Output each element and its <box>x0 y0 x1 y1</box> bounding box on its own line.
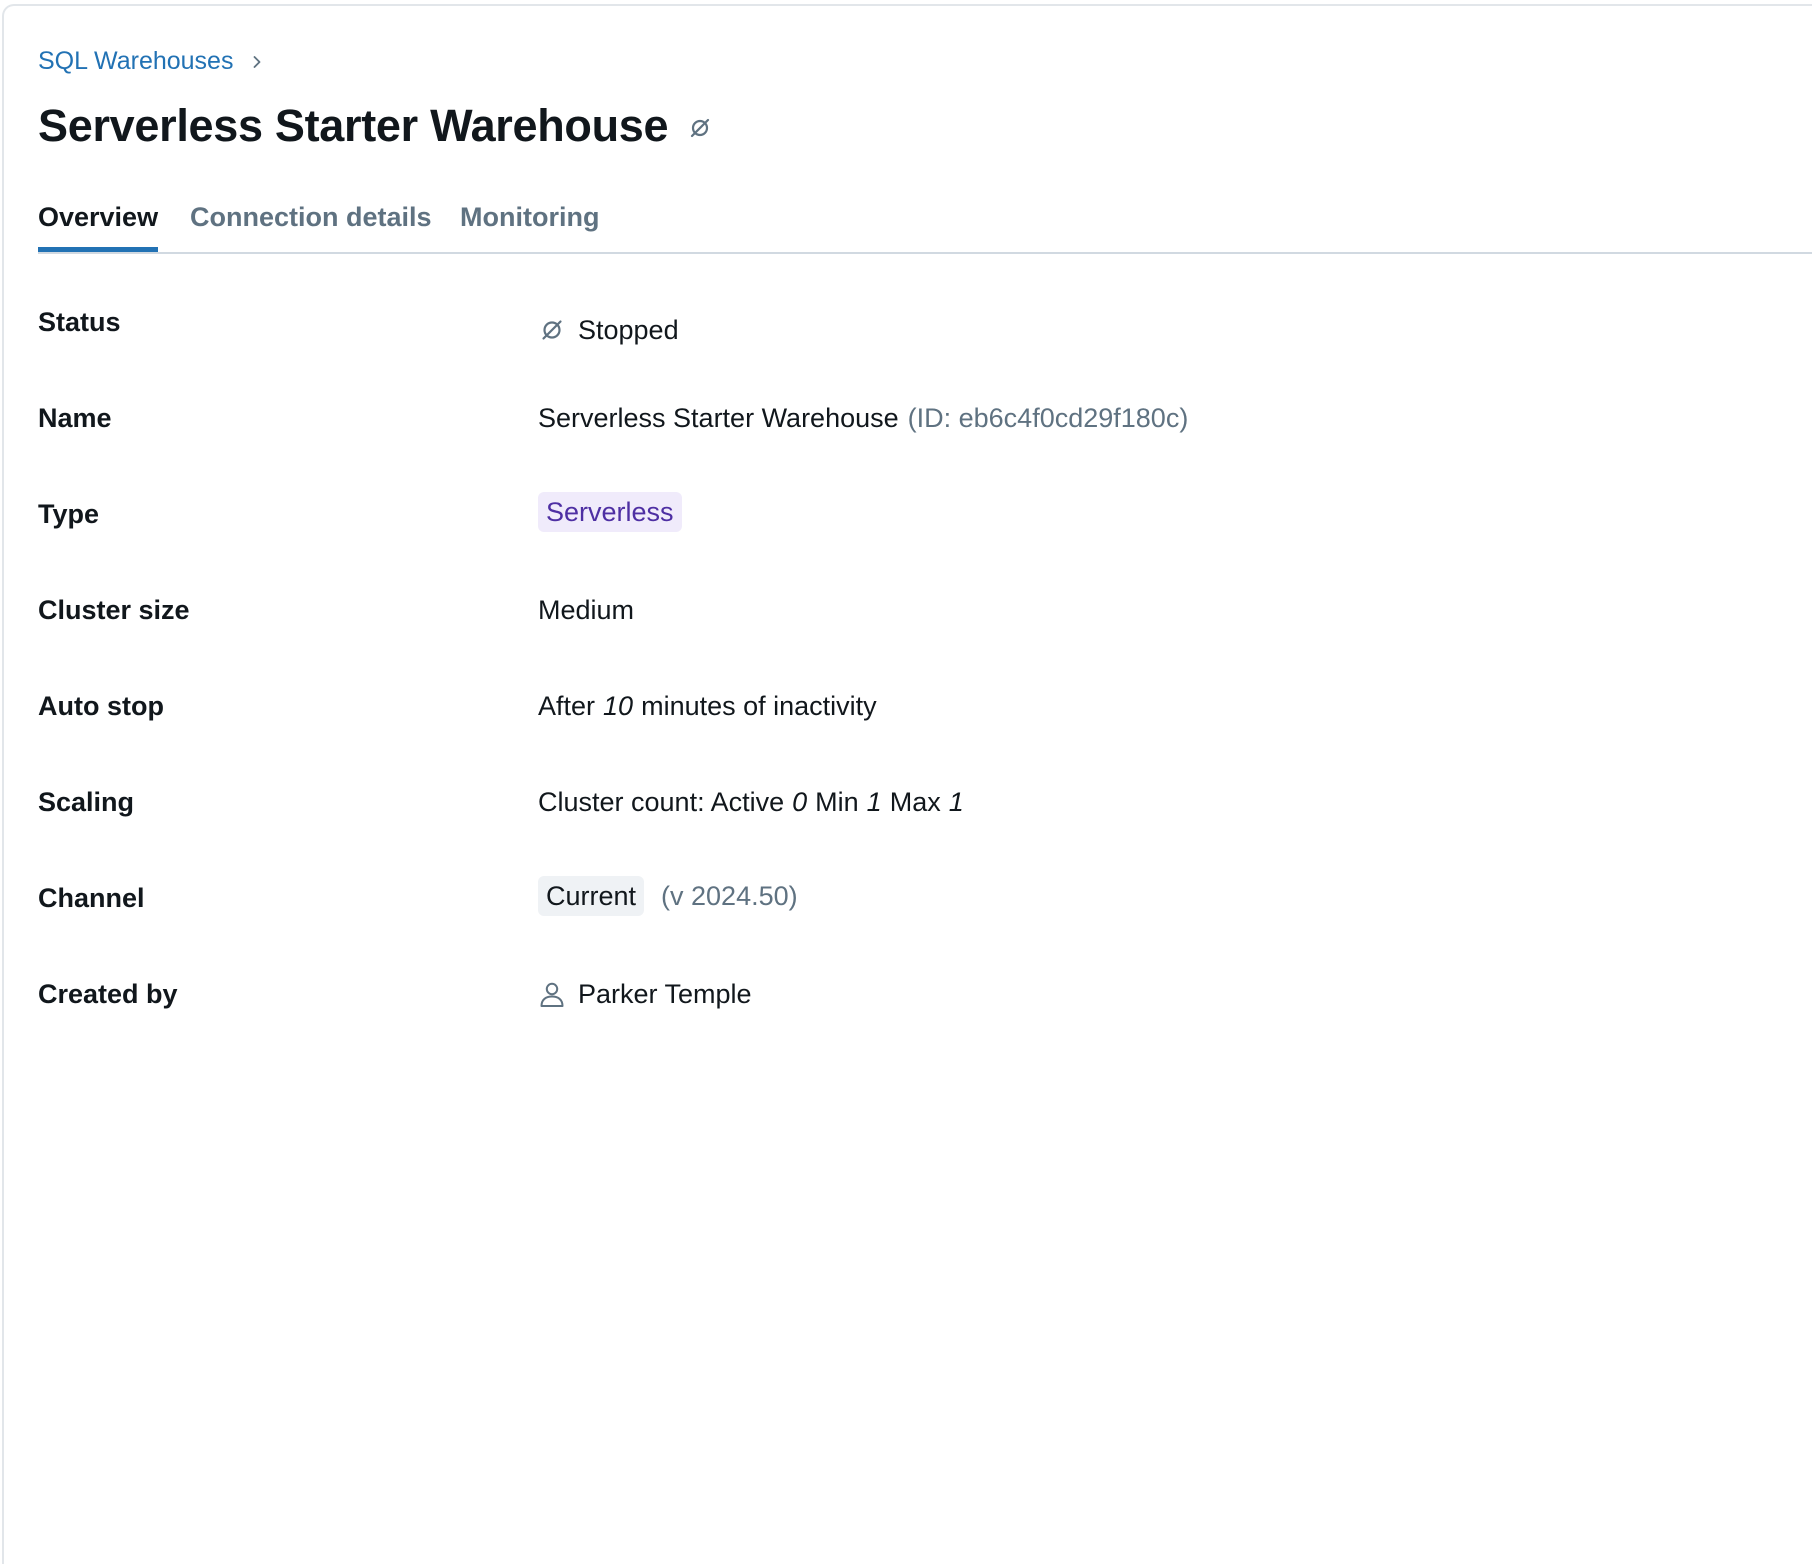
warehouse-id: (ID: eb6c4f0cd29f180c) <box>907 403 1189 433</box>
scaling-max: 1 <box>948 787 964 817</box>
property-label: Channel <box>38 883 145 913</box>
property-label: Scaling <box>38 787 135 817</box>
scaling-max-label: Max <box>889 787 941 817</box>
scaling-min: 1 <box>866 787 882 817</box>
property-label: Auto stop <box>38 691 164 721</box>
user-icon <box>538 980 566 1008</box>
tab-connection-details[interactable]: Connection details <box>190 194 432 252</box>
property-value: Cluster count: Active 0 Min 1 Max 1 <box>538 784 964 820</box>
scaling-prefix: Cluster count: Active <box>538 787 785 817</box>
property-label: Type <box>38 499 100 529</box>
property-value: Serverless Starter Warehouse (ID: eb6c4f… <box>538 400 1188 436</box>
property-value: Serverless <box>538 492 682 532</box>
property-row-created-by: Created by Parker Temple <box>38 976 1812 1036</box>
breadcrumb-sql-warehouses-link[interactable]: SQL Warehouses <box>38 47 233 76</box>
stopped-icon <box>538 316 566 344</box>
tab-monitoring[interactable]: Monitoring <box>460 194 599 252</box>
created-by-user[interactable]: Parker Temple <box>578 976 752 1012</box>
property-value: Parker Temple <box>538 976 752 1012</box>
stopped-icon <box>688 116 712 140</box>
title-row: Serverless Starter Warehouse <box>38 94 712 158</box>
status-value: Stopped <box>578 315 679 345</box>
property-label: Status <box>38 307 121 337</box>
page-title: Serverless Starter Warehouse <box>38 100 669 151</box>
property-row-cluster-size: Cluster size Medium <box>38 592 1812 652</box>
auto-stop-minutes: 10 <box>603 691 634 721</box>
property-row-type: Type Serverless <box>38 492 1812 556</box>
property-row-auto-stop: Auto stop After 10 minutes of inactivity <box>38 688 1812 748</box>
channel-version: (v 2024.50) <box>661 881 798 911</box>
type-tag: Serverless <box>538 492 682 532</box>
scaling-active: 0 <box>792 787 808 817</box>
property-value: Stopped <box>538 312 679 348</box>
property-value: Medium <box>538 592 634 628</box>
property-row-name: Name Serverless Starter Warehouse (ID: e… <box>38 400 1812 460</box>
scaling-min-label: Min <box>815 787 859 817</box>
auto-stop-prefix: After <box>538 691 596 721</box>
auto-stop-suffix: minutes of inactivity <box>641 691 877 721</box>
property-row-scaling: Scaling Cluster count: Active 0 Min 1 Ma… <box>38 784 1812 844</box>
property-row-channel: Channel Current (v 2024.50) <box>38 876 1812 940</box>
page-frame: SQL Warehouses Serverless Starter Wareho… <box>2 4 1812 1564</box>
property-value: Current (v 2024.50) <box>538 876 798 916</box>
property-row-status: Status Stopped <box>38 304 1812 364</box>
property-label: Name <box>38 403 112 433</box>
name-value: Serverless Starter Warehouse <box>538 403 899 433</box>
property-value: After 10 minutes of inactivity <box>538 688 877 724</box>
breadcrumb: SQL Warehouses <box>38 47 267 76</box>
chevron-right-icon <box>247 52 267 72</box>
cluster-size-value: Medium <box>538 595 635 625</box>
tab-overview[interactable]: Overview <box>38 194 159 252</box>
property-label: Cluster size <box>38 595 190 625</box>
tab-bar: Overview Connection details Monitoring <box>38 194 1812 254</box>
channel-tag: Current <box>538 876 645 916</box>
property-label: Created by <box>38 979 178 1009</box>
